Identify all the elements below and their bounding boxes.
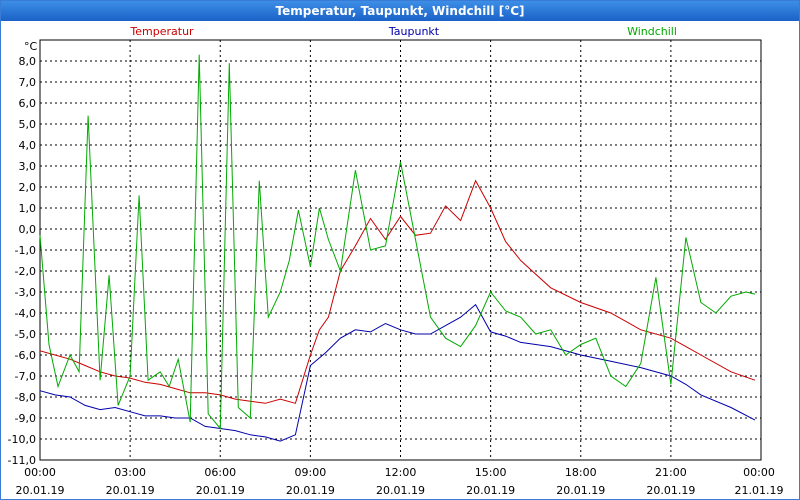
x-tick-time: 12:00 — [385, 466, 417, 479]
y-tick-label: 4,0 — [19, 139, 37, 152]
y-tick-label: -5,0 — [15, 328, 36, 341]
x-tick-time: 09:00 — [295, 466, 327, 479]
x-axis-ticks: 00:00 20.01.19 03:00 20.01.19 06:00 20.01.19 0… — [16, 466, 784, 497]
y-tick-label: 6,0 — [19, 97, 37, 110]
x-tick-date: 20.01.19 — [646, 484, 695, 497]
y-tick-label: -8,0 — [15, 391, 36, 404]
y-axis-ticks: 8,0 7,0 6,0 5,0 4,0 3,0 2,0 1,0 0,0 -1,0 -2,0 -3,0 -… — [8, 55, 36, 467]
x-tick-date: 20.01.19 — [556, 484, 605, 497]
x-tick-date: 20.01.19 — [196, 484, 245, 497]
x-tick-time: 00:00 — [743, 466, 775, 479]
x-tick-time: 03:00 — [114, 466, 146, 479]
legend-windchill: Windchill — [627, 25, 677, 38]
y-tick-label: 0,0 — [19, 223, 37, 236]
x-tick-date: 20.01.19 — [466, 484, 515, 497]
y-tick-label: -2,0 — [15, 265, 36, 278]
x-tick-time: 21:00 — [655, 466, 687, 479]
x-tick-date: 20.01.19 — [286, 484, 335, 497]
x-tick-time: 15:00 — [475, 466, 507, 479]
x-tick-time: 18:00 — [565, 466, 597, 479]
legend-temperatur: Temperatur — [129, 25, 194, 38]
chart-svg: 8,0 7,0 6,0 5,0 4,0 3,0 2,0 1,0 0,0 -1,0 -2,0 -3,0 -… — [8, 25, 784, 497]
y-tick-label: -3,0 — [15, 286, 36, 299]
x-tick-time: 00:00 — [24, 466, 56, 479]
y-tick-label: 7,0 — [19, 76, 37, 89]
x-tick-date: 20.01.19 — [376, 484, 425, 497]
y-tick-label: -9,0 — [15, 412, 36, 425]
y-tick-label: -1,0 — [15, 244, 36, 257]
y-tick-label: -7,0 — [15, 370, 36, 383]
x-tick-date: 20.01.19 — [16, 484, 65, 497]
legend: Temperatur Taupunkt Windchill — [129, 25, 677, 38]
y-tick-label: -6,0 — [15, 349, 36, 362]
x-tick-date: 20.01.19 — [106, 484, 155, 497]
x-tick-date: 21.01.19 — [735, 484, 784, 497]
y-tick-label: 5,0 — [19, 118, 37, 131]
y-tick-label: 2,0 — [19, 181, 37, 194]
y-tick-label: 3,0 — [19, 160, 37, 173]
y-axis-unit: °C — [24, 40, 38, 53]
y-tick-label: 8,0 — [19, 55, 37, 68]
y-tick-label: -4,0 — [15, 307, 36, 320]
legend-taupunkt: Taupunkt — [388, 25, 440, 38]
x-tick-time: 06:00 — [204, 466, 236, 479]
y-tick-label: 1,0 — [19, 202, 37, 215]
y-tick-label: -10,0 — [8, 433, 36, 446]
